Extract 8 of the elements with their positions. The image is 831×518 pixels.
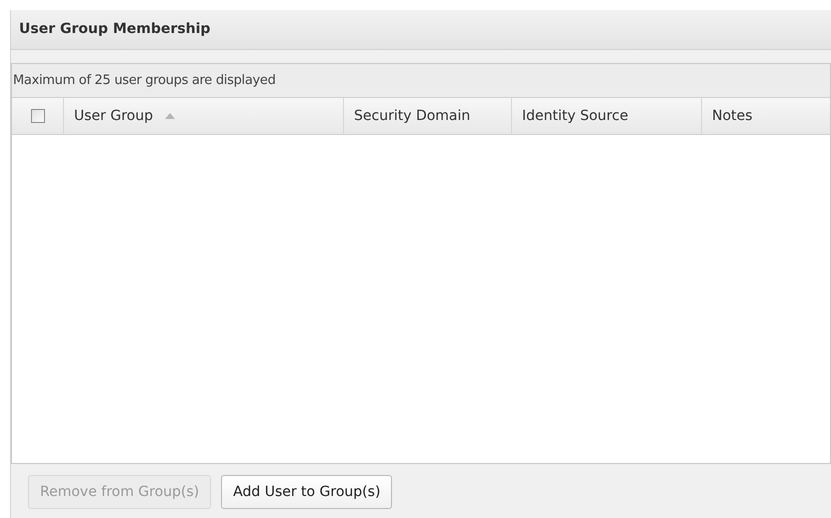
add-button[interactable]: Add User to Group(s) <box>221 475 392 509</box>
column-header[interactable]: Identity Source <box>512 98 702 134</box>
panel-title: User Group Membership <box>19 20 210 39</box>
select-all-checkbox[interactable] <box>30 109 44 123</box>
column-header[interactable]: User Group <box>64 98 344 134</box>
column-header[interactable]: Security Domain <box>344 98 512 134</box>
grid-caption: Maximum of 25 user groups are displayed <box>13 72 276 90</box>
column-header[interactable]: Notes <box>702 98 830 134</box>
